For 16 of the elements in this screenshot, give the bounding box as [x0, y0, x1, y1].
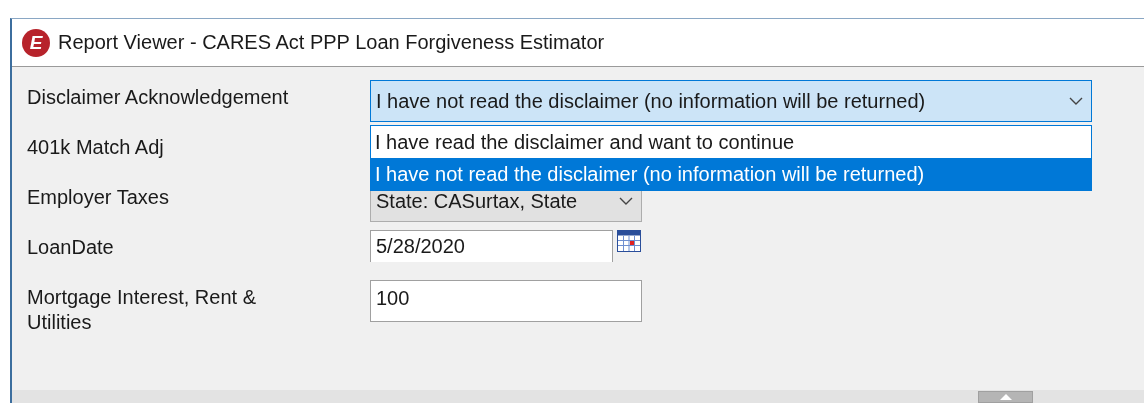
calendar-icon[interactable]: [617, 230, 641, 252]
parameter-label: Mortgage Interest, Rent & Utilities: [27, 285, 257, 335]
dropdown-option[interactable]: I have not read the disclaimer (no information will be returned): [371, 158, 1091, 190]
chevron-icon: [1069, 96, 1083, 106]
parameter-label: 401k Match Adj: [27, 135, 165, 160]
collapse-handle[interactable]: [978, 391, 1033, 403]
chevron-icon: [619, 196, 633, 206]
parameter-label: Employer Taxes: [27, 185, 170, 210]
parameter-label: LoanDate: [27, 235, 115, 260]
dropdown-field[interactable]: I have not read the disclaimer (no information will be returned): [370, 80, 1092, 122]
dropdown-option[interactable]: I have read the disclaimer and want to continue: [371, 126, 1091, 158]
text-field[interactable]: 100: [370, 280, 642, 322]
date-field[interactable]: 5/28/2020: [370, 230, 613, 262]
app-logo: E: [22, 28, 50, 57]
parameter-label: Disclaimer Acknowledgement: [27, 85, 290, 110]
window-title: Report Viewer - CARES Act PPP Loan Forgiveness Estimator: [58, 31, 605, 54]
